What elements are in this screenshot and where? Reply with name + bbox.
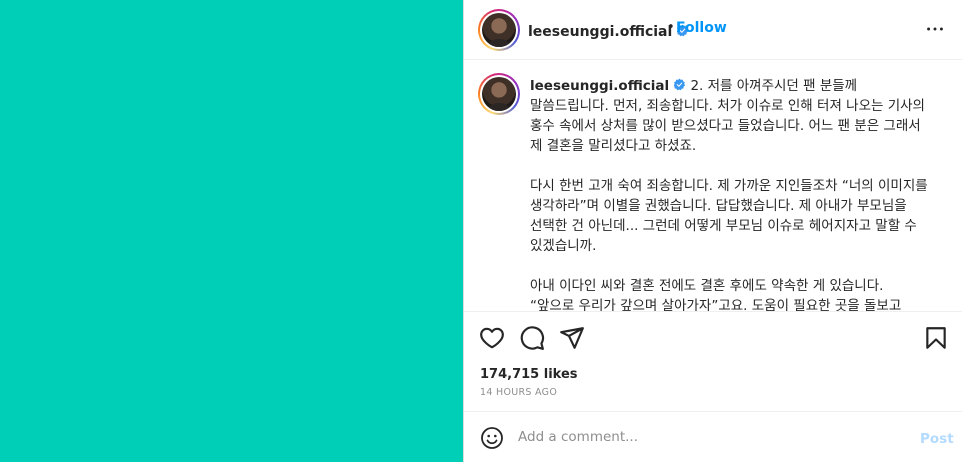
share-icon[interactable] <box>559 325 585 351</box>
post-media[interactable] <box>0 0 463 462</box>
caption-author-avatar[interactable] <box>478 73 520 115</box>
avatar-photo <box>482 77 516 111</box>
comment-input[interactable] <box>518 424 898 450</box>
author-avatar[interactable] <box>478 9 520 51</box>
likes-count[interactable]: 174,715 likes <box>480 367 578 382</box>
follow-button[interactable]: Follow <box>676 20 727 36</box>
heart-icon[interactable] <box>479 325 505 351</box>
bookmark-icon[interactable] <box>923 325 949 351</box>
caption-paragraph: 아내 이다인 씨와 결혼 전에도 결혼 후에도 약속한 게 있습니다. “앞으로… <box>530 278 902 312</box>
post-header: leeseunggi.official • Follow <box>464 0 962 60</box>
verified-badge-icon <box>674 78 686 91</box>
post-panel: leeseunggi.official • Follow leeseunggi.… <box>463 0 962 462</box>
comment-icon[interactable] <box>519 325 545 351</box>
post-comment-button[interactable]: Post <box>920 431 954 447</box>
action-bar <box>464 313 962 363</box>
emoji-icon[interactable] <box>480 426 504 450</box>
avatar-photo <box>482 13 516 47</box>
comment-bar: Post <box>464 411 962 462</box>
caption-scroll-area[interactable]: leeseunggi.official 2. 저를 아껴주시던 팬 분들께 말씀… <box>464 61 962 312</box>
separator-dot: • <box>667 20 675 35</box>
post-caption: leeseunggi.official 2. 저를 아껴주시던 팬 분들께 말씀… <box>530 76 930 312</box>
post-timestamp[interactable]: 14 HOURS AGO <box>480 387 557 398</box>
caption-paragraph: 다시 한번 고개 숙여 죄송합니다. 제 가까운 지인들조차 “너의 이미지를 … <box>530 178 928 254</box>
caption-paragraph: leeseunggi.official 2. 저를 아껴주시던 팬 분들께 말씀… <box>530 76 930 156</box>
more-options-icon[interactable] <box>924 18 946 40</box>
caption-username[interactable]: leeseunggi.official <box>530 78 669 94</box>
author-username[interactable]: leeseunggi.official <box>528 24 672 40</box>
